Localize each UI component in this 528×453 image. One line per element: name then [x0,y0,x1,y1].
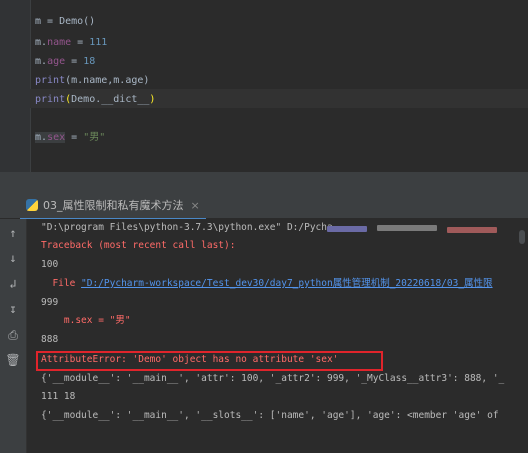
code-args: (m.name,m.age) [65,75,150,86]
code-line-2[interactable]: m.name = 111 [35,35,107,51]
scroll-end-icon[interactable]: ↧ [5,301,21,317]
code-value: 18 [83,56,96,67]
code-paren: ) [149,94,156,105]
print-icon[interactable]: ⎙ [5,327,21,343]
output-line: 111 18 [41,391,76,402]
scrollbar[interactable] [519,230,525,244]
error-source-line: m.sex = "男" [41,315,131,326]
code-text: m = Demo() [35,16,96,27]
code-editor[interactable]: m = Demo() m.name = 111 m.age = 18 print… [0,0,528,172]
code-op: = [65,132,84,143]
code-op: = [65,56,84,67]
run-console[interactable]: "D:\program Files\python-3.7.3\python.ex… [27,219,528,453]
file-link[interactable]: "D:/Pycharm-workspace/Test_dev30/day7_py… [81,278,493,289]
code-line-5[interactable]: print(Demo.__dict__) [35,92,155,108]
close-icon[interactable]: × [191,199,200,212]
python-icon [26,199,38,211]
editor-gutter [0,0,31,172]
code-line-6[interactable]: m.sex = "男" [35,130,105,146]
output-line: 999 [41,297,59,308]
code-line-4[interactable]: print(m.name,m.age) [35,73,149,89]
blurred-text [327,226,367,232]
panel-separator [0,172,528,192]
blurred-text [377,225,437,231]
code-line-3[interactable]: m.age = 18 [35,54,95,70]
error-highlight-box [36,351,383,371]
code-attr: sex [47,132,66,143]
file-prefix: File [41,278,82,289]
run-tab[interactable]: 03_属性限制和私有魔术方法 × [20,192,206,220]
dict-output-line: {'__module__': '__main__', '__slots__': … [41,410,499,421]
code-attr: age [47,56,66,67]
code-var: m [35,37,42,48]
code-var: m [35,56,42,67]
code-fn: print [35,75,66,86]
output-line: 100 [41,259,59,270]
run-tab-bar: 03_属性限制和私有魔术方法 × [0,192,528,220]
console-cmd-line: "D:\program Files\python-3.7.3\python.ex… [41,222,350,233]
up-arrow-icon[interactable]: ↑ [5,225,21,241]
dict-output-line: {'__module__': '__main__', 'attr': 100, … [41,373,505,384]
blurred-text [447,227,497,233]
traceback-header: Traceback (most recent call last): [41,240,236,251]
output-line: 888 [41,334,59,345]
run-toolbar: ↑ ↓ ↲ ↧ ⎙ 🗑 [0,219,27,453]
code-line-1[interactable]: m = Demo() [35,14,95,30]
code-args: Demo.__dict__ [71,94,150,105]
traceback-file-line: File "D:/Pycharm-workspace/Test_dev30/da… [41,275,493,293]
soft-wrap-icon[interactable]: ↲ [5,276,21,292]
code-value: "男" [83,132,106,143]
code-var: m [35,132,42,143]
code-value: 111 [89,37,108,48]
down-arrow-icon[interactable]: ↓ [5,250,21,266]
code-fn: print [35,94,66,105]
code-op: = [71,37,90,48]
run-tab-label: 03_属性限制和私有魔术方法 [43,199,184,212]
trash-icon[interactable]: 🗑 [5,352,21,368]
code-attr: name [47,37,72,48]
